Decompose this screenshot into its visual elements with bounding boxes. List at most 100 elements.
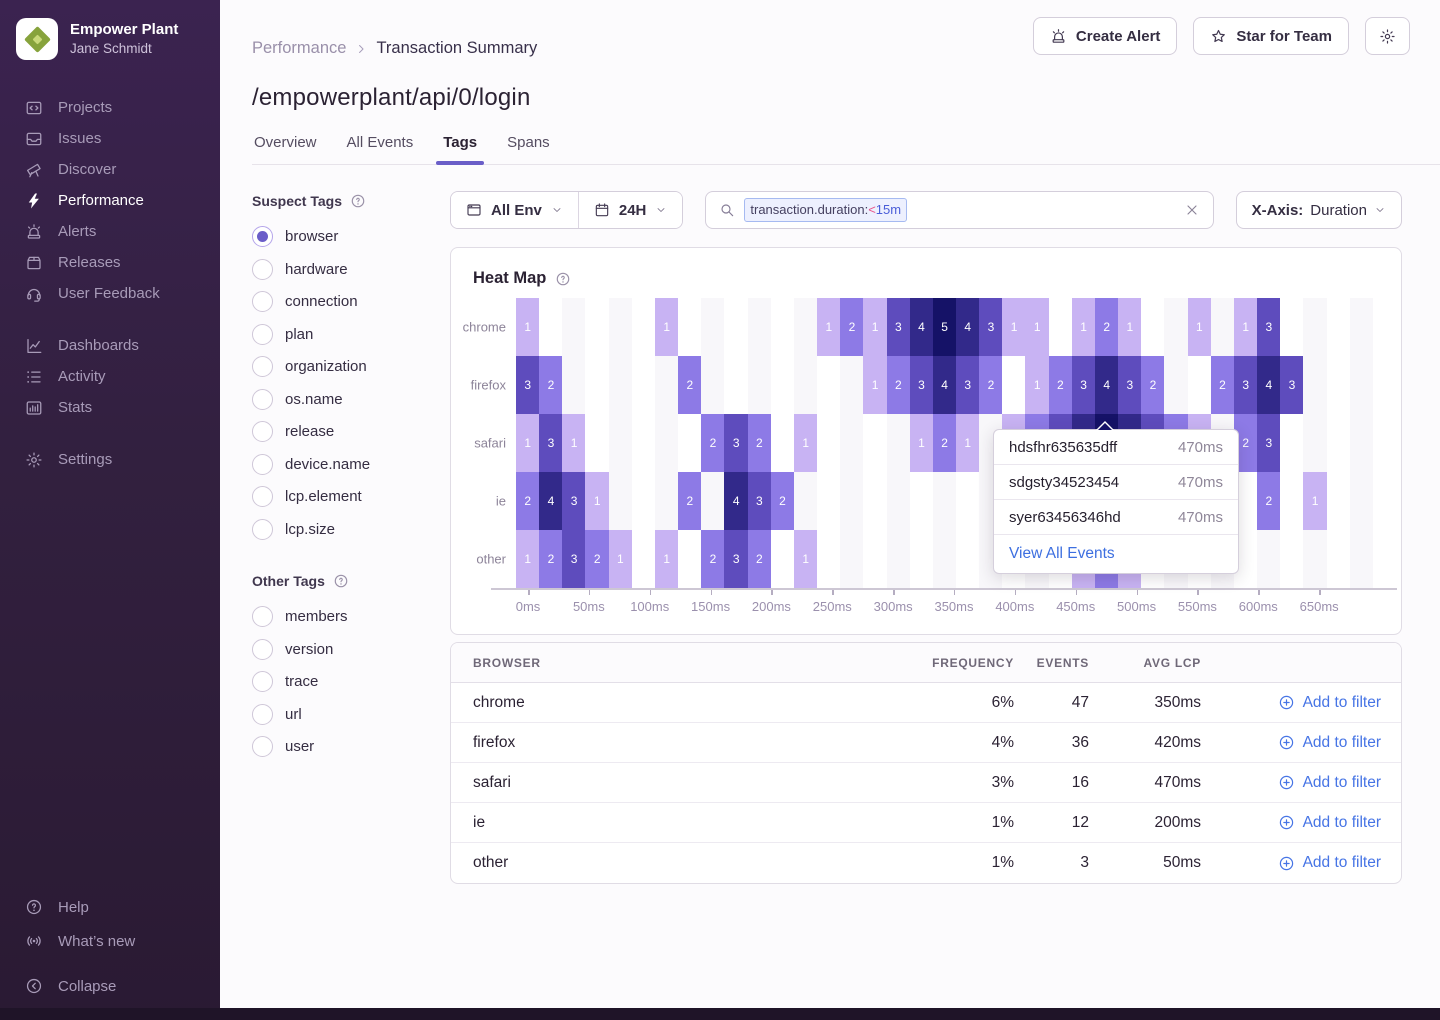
heatmap-cell[interactable]: 2	[979, 356, 1003, 414]
sidebar-item-activity[interactable]: Activity	[0, 361, 220, 392]
heatmap-cell[interactable]: 1	[1303, 472, 1327, 530]
sidebar-item-dashboards[interactable]: Dashboards	[0, 330, 220, 361]
tag-radio-lcp-element[interactable]: lcp.element	[252, 486, 450, 507]
heatmap-cell[interactable]: 2	[585, 530, 609, 588]
tab-all-events[interactable]: All Events	[345, 134, 416, 164]
heatmap-cell[interactable]: 1	[516, 530, 540, 588]
org-switcher[interactable]: Empower Plant Jane Schmidt	[0, 0, 220, 78]
heatmap-cell[interactable]: 1	[817, 298, 841, 356]
heatmap-cell[interactable]: 3	[1257, 414, 1281, 472]
heatmap-cell[interactable]: 1	[1234, 298, 1258, 356]
sidebar-collapse[interactable]: Collapse	[0, 970, 220, 1002]
heatmap-cell[interactable]: 3	[724, 414, 748, 472]
heatmap-cell[interactable]: 1	[1188, 298, 1212, 356]
search-bar[interactable]: transaction.duration:<15m	[705, 191, 1213, 229]
add-to-filter-button[interactable]: Add to filter	[1201, 774, 1381, 792]
sidebar-item-projects[interactable]: Projects	[0, 92, 220, 123]
tag-radio-url[interactable]: url	[252, 704, 450, 725]
x-axis-selector[interactable]: X-Axis: Duration	[1236, 191, 1402, 229]
tooltip-event-row[interactable]: syer63456346hd470ms	[994, 500, 1238, 535]
heatmap-cell[interactable]: 1	[1002, 298, 1026, 356]
sidebar-item-issues[interactable]: Issues	[0, 123, 220, 154]
tooltip-event-row[interactable]: hdsfhr635635dff470ms	[994, 430, 1238, 465]
heatmap-cell[interactable]: 4	[956, 298, 980, 356]
tag-radio-user[interactable]: user	[252, 736, 450, 757]
heatmap-cell[interactable]: 3	[516, 356, 540, 414]
tag-radio-members[interactable]: members	[252, 606, 450, 627]
heatmap-cell[interactable]: 3	[1234, 356, 1258, 414]
heatmap-cell[interactable]: 2	[701, 530, 725, 588]
heatmap-cell[interactable]: 1	[1025, 356, 1049, 414]
heatmap-cell[interactable]: 1	[516, 298, 540, 356]
sidebar-item-help[interactable]: Help	[0, 890, 220, 924]
question-circle-icon[interactable]	[555, 271, 571, 287]
heatmap-cell[interactable]: 4	[724, 472, 748, 530]
heatmap-cell[interactable]: 1	[863, 298, 887, 356]
heatmap-cell[interactable]: 2	[701, 414, 725, 472]
tab-overview[interactable]: Overview	[252, 134, 319, 164]
add-to-filter-button[interactable]: Add to filter	[1201, 734, 1381, 752]
heatmap-cell[interactable]: 3	[887, 298, 911, 356]
view-all-events-link[interactable]: View All Events	[994, 535, 1238, 573]
heatmap-cell[interactable]: 1	[794, 414, 818, 472]
heatmap-cell[interactable]: 1	[1025, 298, 1049, 356]
heatmap-cell[interactable]: 1	[655, 298, 679, 356]
tooltip-event-row[interactable]: sdgsty34523454470ms	[994, 465, 1238, 500]
heatmap-cell[interactable]: 4	[1257, 356, 1281, 414]
heatmap-cell[interactable]: 1	[910, 414, 934, 472]
tag-radio-connection[interactable]: connection	[252, 291, 450, 312]
tag-radio-trace[interactable]: trace	[252, 671, 450, 692]
heatmap-cell[interactable]: 3	[956, 356, 980, 414]
sidebar-item-discover[interactable]: Discover	[0, 154, 220, 185]
heatmap-cell[interactable]: 2	[840, 298, 864, 356]
tag-radio-plan[interactable]: plan	[252, 324, 450, 345]
heatmap-cell[interactable]: 3	[1072, 356, 1096, 414]
create-alert-button[interactable]: Create Alert	[1033, 17, 1177, 55]
heatmap-cell[interactable]: 5	[933, 298, 957, 356]
heatmap-cell[interactable]: 3	[748, 472, 772, 530]
heatmap-cell[interactable]: 3	[1280, 356, 1304, 414]
heatmap-cell[interactable]: 2	[1095, 298, 1119, 356]
star-for-team-button[interactable]: Star for Team	[1193, 17, 1349, 55]
heatmap-cell[interactable]: 1	[609, 530, 633, 588]
tab-tags[interactable]: Tags	[441, 134, 479, 164]
tag-radio-release[interactable]: release	[252, 421, 450, 442]
sidebar-item-releases[interactable]: Releases	[0, 247, 220, 278]
heatmap-cell[interactable]: 1	[516, 414, 540, 472]
heatmap-cell[interactable]: 1	[585, 472, 609, 530]
heatmap-cell[interactable]: 3	[1118, 356, 1142, 414]
heatmap-cell[interactable]: 1	[794, 530, 818, 588]
tag-radio-lcp-size[interactable]: lcp.size	[252, 519, 450, 540]
heatmap-cell[interactable]: 3	[724, 530, 748, 588]
heatmap-cell[interactable]: 1	[1072, 298, 1096, 356]
heatmap-cell[interactable]: 2	[678, 356, 702, 414]
heatmap-cell[interactable]: 3	[979, 298, 1003, 356]
tab-spans[interactable]: Spans	[505, 134, 552, 164]
tag-radio-os-name[interactable]: os.name	[252, 389, 450, 410]
heatmap-cell[interactable]: 4	[539, 472, 563, 530]
tag-radio-hardware[interactable]: hardware	[252, 259, 450, 280]
question-circle-icon[interactable]	[350, 193, 366, 209]
add-to-filter-button[interactable]: Add to filter	[1201, 694, 1381, 712]
sidebar-item-what-s-new[interactable]: What’s new	[0, 924, 220, 958]
heatmap-cell[interactable]: 2	[1049, 356, 1073, 414]
heatmap-cell[interactable]: 2	[1257, 472, 1281, 530]
heatmap-cell[interactable]: 4	[933, 356, 957, 414]
heatmap-cell[interactable]: 2	[933, 414, 957, 472]
sidebar-item-performance[interactable]: Performance	[0, 185, 220, 216]
heatmap-cell[interactable]: 1	[863, 356, 887, 414]
heatmap-cell[interactable]: 3	[562, 530, 586, 588]
heatmap-cell[interactable]: 1	[1118, 298, 1142, 356]
heatmap-cell[interactable]: 2	[748, 530, 772, 588]
heatmap-cell[interactable]: 2	[539, 356, 563, 414]
heatmap-cell[interactable]: 1	[956, 414, 980, 472]
heatmap-cell[interactable]: 3	[910, 356, 934, 414]
clear-search-icon[interactable]	[1184, 202, 1200, 218]
heatmap-cell[interactable]: 2	[539, 530, 563, 588]
sidebar-item-user-feedback[interactable]: User Feedback	[0, 278, 220, 309]
tag-radio-browser[interactable]: browser	[252, 226, 450, 247]
breadcrumb-performance[interactable]: Performance	[252, 39, 346, 58]
add-to-filter-button[interactable]: Add to filter	[1201, 854, 1381, 872]
heatmap-cell[interactable]: 2	[748, 414, 772, 472]
settings-button[interactable]	[1365, 17, 1410, 55]
